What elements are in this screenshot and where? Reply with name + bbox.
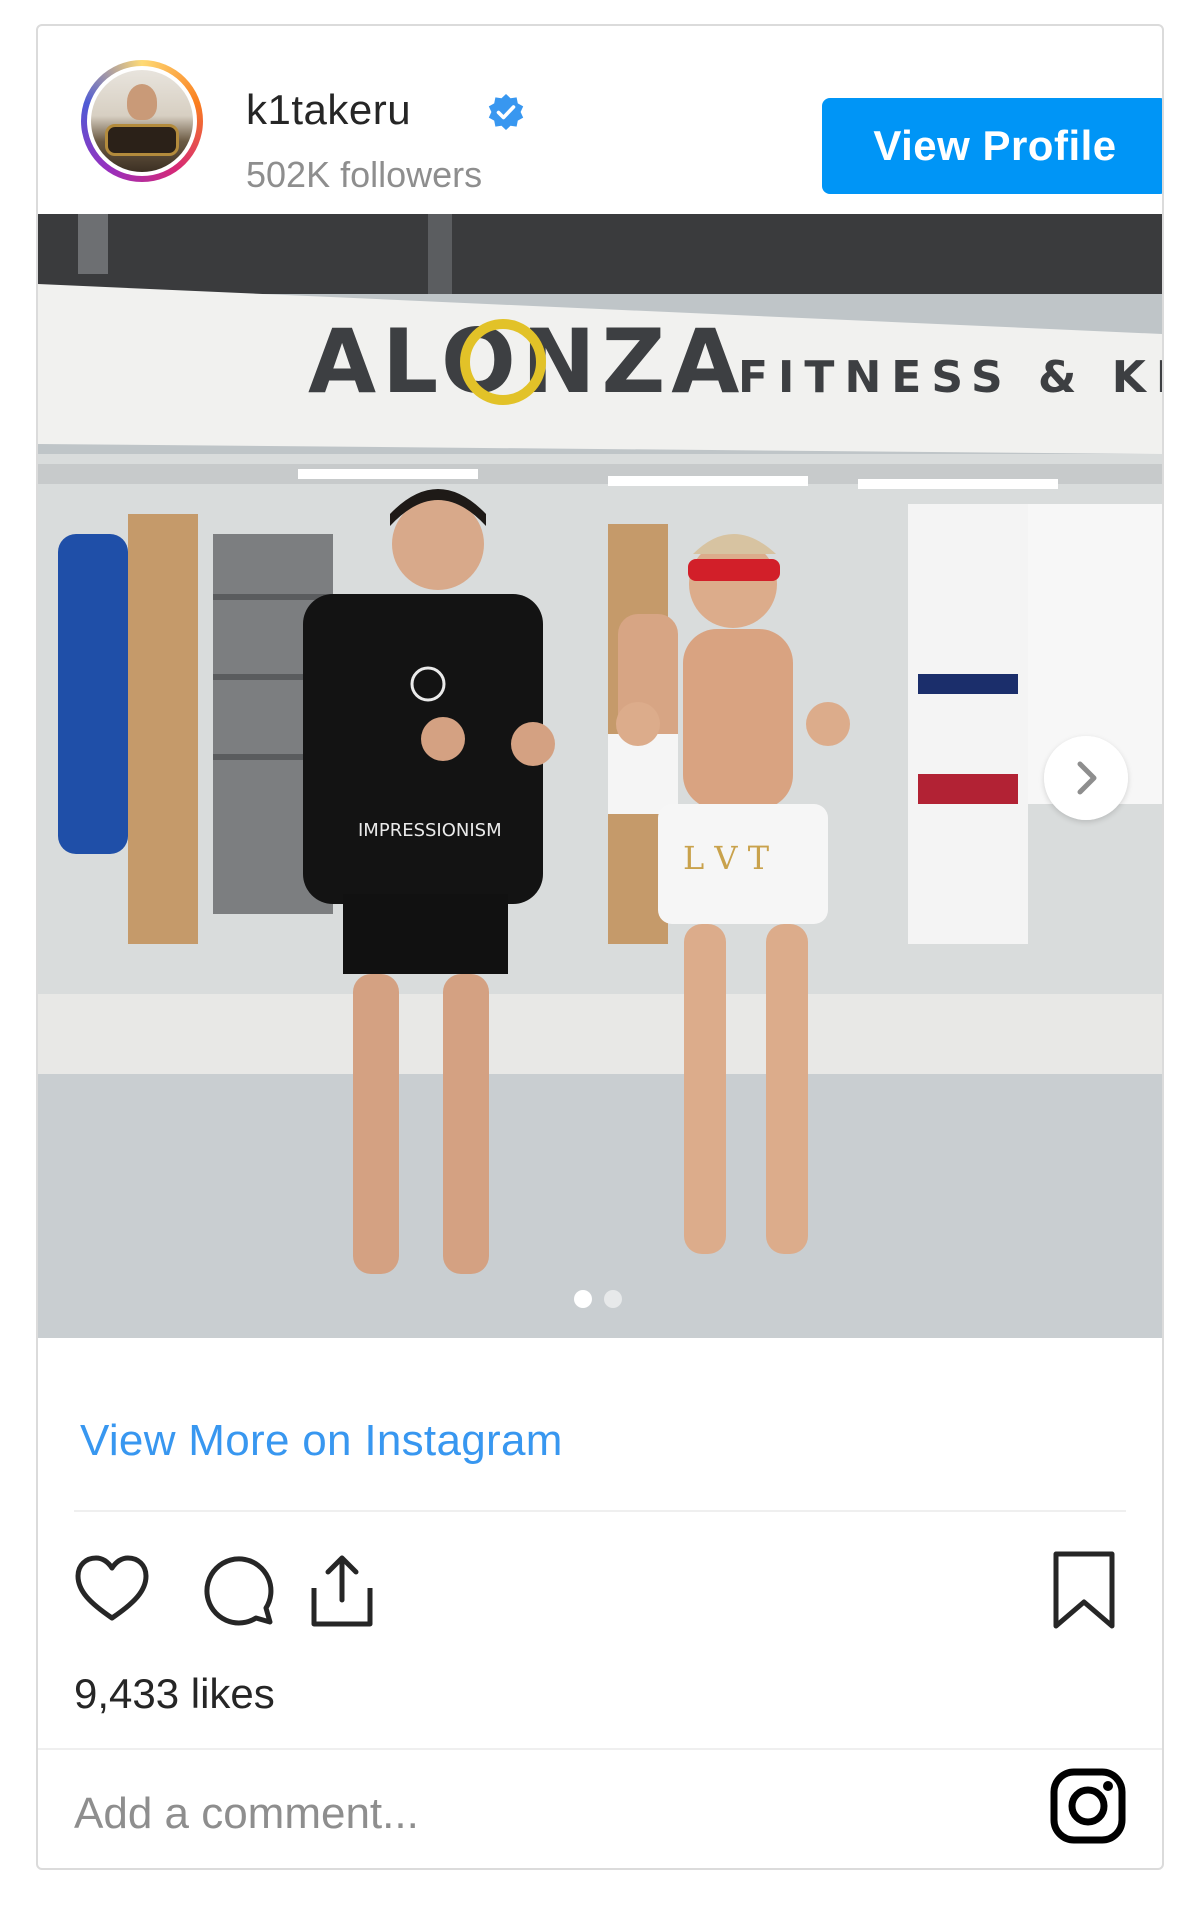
avatar-photo	[91, 70, 193, 172]
avatar-figure	[127, 84, 157, 120]
username[interactable]: k1takeru	[246, 86, 411, 134]
carousel-next-button[interactable]	[1044, 736, 1128, 820]
follower-count: 502K followers	[246, 154, 483, 195]
svg-text:L V T: L V T	[683, 839, 770, 877]
carousel-indicator	[574, 1290, 622, 1308]
divider	[74, 1510, 1126, 1512]
action-bar	[74, 1540, 1126, 1636]
comment-divider	[38, 1748, 1162, 1750]
avatar-story-ring[interactable]	[81, 60, 203, 182]
verified-icon	[488, 94, 524, 130]
comment-input[interactable]	[74, 1782, 974, 1846]
view-profile-button[interactable]: View Profile	[822, 98, 1162, 194]
bookmark-icon[interactable]	[1042, 1548, 1126, 1632]
heart-icon[interactable]	[70, 1548, 154, 1632]
post-header: k1takeru 502K followers View Profile	[38, 26, 1162, 214]
instagram-embed-card: k1takeru 502K followers View Profile ALO…	[36, 24, 1164, 1870]
carousel-dot-active	[574, 1290, 592, 1308]
instagram-logo-icon[interactable]	[1048, 1766, 1128, 1846]
like-count: 9,433 likes	[74, 1670, 275, 1717]
carousel-dot	[604, 1290, 622, 1308]
post-image[interactable]: ALONZA FITNESS & KI IMPRESSIONISM L V T	[38, 214, 1162, 1338]
shirt-print-text: IMPRESSIONISM	[358, 820, 502, 841]
avatar[interactable]	[87, 66, 197, 176]
post-photo-illustration: ALONZA FITNESS & KI IMPRESSIONISM L V T	[38, 214, 1162, 1338]
gym-sign-subtext: FITNESS & KI	[738, 352, 1162, 403]
comment-icon[interactable]	[196, 1548, 280, 1632]
view-more-link[interactable]: View More on Instagram	[80, 1416, 563, 1466]
avatar-belt	[105, 124, 179, 156]
share-icon[interactable]	[300, 1548, 384, 1632]
